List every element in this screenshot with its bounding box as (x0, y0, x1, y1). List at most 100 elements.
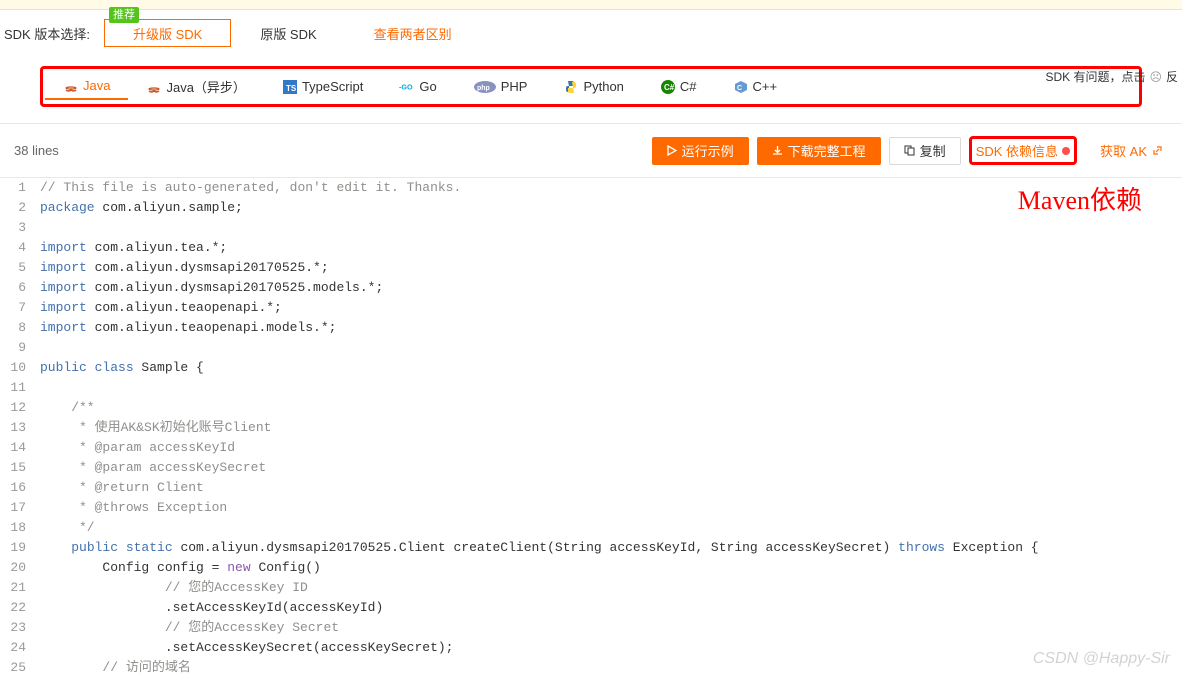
code-text: import com.aliyun.dysmsapi20170525.model… (34, 278, 383, 298)
lang-tab-cpp-label: C++ (753, 79, 778, 94)
code-toolbar: 38 lines 运行示例 下载完整工程 复制 SDK 依赖信息 获取 AK (0, 123, 1182, 178)
code-line: 10public class Sample { (0, 358, 1182, 378)
watermark: CSDN @Happy-Sir (1033, 650, 1170, 668)
line-number: 10 (0, 358, 34, 378)
lang-tab-php[interactable]: php PHP (455, 73, 546, 100)
copy-icon (904, 145, 915, 156)
code-text: * 使用AK&SK初始化账号Client (34, 418, 271, 438)
code-text: public static com.aliyun.dysmsapi2017052… (34, 538, 1039, 558)
code-text: * @param accessKeySecret (34, 458, 266, 478)
svg-text:C#: C# (664, 83, 675, 92)
sdk-dep-box: SDK 依赖信息 (969, 136, 1077, 165)
help-row: SDK 有问题，点击 ☹ 反 (1045, 68, 1178, 85)
lang-tab-csharp[interactable]: C# C# (642, 73, 715, 100)
svg-text:TS: TS (286, 84, 297, 93)
code-line: 22 .setAccessKeyId(accessKeyId) (0, 598, 1182, 618)
version-row: SDK 版本选择: 推荐 升级版 SDK 原版 SDK 查看两者区别 (0, 10, 1182, 66)
compare-link[interactable]: 查看两者区别 (374, 24, 452, 43)
annotation-maven: Maven依赖 (1018, 180, 1142, 217)
line-number: 1 (0, 178, 34, 198)
code-line: 3 (0, 218, 1182, 238)
copy-label: 复制 (920, 141, 946, 160)
top-hint-bar (0, 0, 1182, 10)
code-line: 19 public static com.aliyun.dysmsapi2017… (0, 538, 1182, 558)
code-line: 7import com.aliyun.teaopenapi.*; (0, 298, 1182, 318)
csharp-icon: C# (660, 79, 676, 95)
lang-tab-go[interactable]: -GO Go (381, 73, 454, 100)
lang-tab-python-label: Python (583, 79, 623, 94)
lang-tab-cpp[interactable]: C C++ (715, 73, 796, 100)
code-text: // 您的AccessKey ID (34, 578, 308, 598)
version-tab-upgrade-label: 升级版 SDK (133, 24, 202, 43)
code-line: 4import com.aliyun.tea.*; (0, 238, 1182, 258)
code-line: 6import com.aliyun.dysmsapi20170525.mode… (0, 278, 1182, 298)
line-number: 22 (0, 598, 34, 618)
code-text: .setAccessKeyId(accessKeyId) (34, 598, 383, 618)
code-text: // 访问的域名 (34, 658, 191, 678)
sdk-dep-button[interactable]: SDK 依赖信息 (976, 141, 1058, 160)
code-line: 17 * @throws Exception (0, 498, 1182, 518)
link-icon (1152, 145, 1163, 156)
copy-button[interactable]: 复制 (889, 137, 961, 165)
typescript-icon: TS (282, 79, 298, 95)
line-number: 20 (0, 558, 34, 578)
code-text: Config config = new Config() (34, 558, 321, 578)
code-text (34, 338, 40, 358)
code-line: 25 // 访问的域名 (0, 658, 1182, 678)
version-tab-original[interactable]: 原版 SDK (231, 19, 345, 47)
code-text (34, 378, 40, 398)
version-tab-original-label: 原版 SDK (260, 24, 316, 43)
run-example-button[interactable]: 运行示例 (652, 137, 749, 165)
line-number: 16 (0, 478, 34, 498)
code-text: // 您的AccessKey Secret (34, 618, 339, 638)
code-line: 2package com.aliyun.sample; (0, 198, 1182, 218)
version-tab-upgrade[interactable]: 推荐 升级版 SDK (104, 19, 231, 47)
line-number: 4 (0, 238, 34, 258)
code-text: // This file is auto-generated, don't ed… (34, 178, 461, 198)
code-line: 12 /** (0, 398, 1182, 418)
php-icon: php (473, 79, 497, 95)
code-line: 5import com.aliyun.dysmsapi20170525.*; (0, 258, 1182, 278)
svg-text:-GO: -GO (399, 82, 413, 91)
line-number: 25 (0, 658, 34, 678)
go-icon: -GO (399, 79, 415, 95)
get-ak-button[interactable]: 获取 AK (1085, 137, 1168, 165)
code-line: 24 .setAccessKeySecret(accessKeySecret); (0, 638, 1182, 658)
code-line: 20 Config config = new Config() (0, 558, 1182, 578)
code-line: 23 // 您的AccessKey Secret (0, 618, 1182, 638)
lang-tab-python[interactable]: Python (545, 73, 641, 100)
code-line: 18 */ (0, 518, 1182, 538)
lang-tab-java-async[interactable]: Java（异步） (128, 73, 263, 100)
java-icon (63, 78, 79, 94)
lang-tab-java[interactable]: Java (45, 73, 128, 100)
play-icon (667, 145, 677, 156)
line-number: 7 (0, 298, 34, 318)
python-icon (563, 79, 579, 95)
line-number: 2 (0, 198, 34, 218)
svg-text:php: php (477, 85, 490, 92)
line-number: 13 (0, 418, 34, 438)
line-number: 21 (0, 578, 34, 598)
lang-tab-csharp-label: C# (680, 79, 697, 94)
sad-face-icon[interactable]: ☹ (1149, 70, 1162, 84)
line-number: 11 (0, 378, 34, 398)
line-number: 12 (0, 398, 34, 418)
code-line: 13 * 使用AK&SK初始化账号Client (0, 418, 1182, 438)
code-text: import com.aliyun.dysmsapi20170525.*; (34, 258, 329, 278)
code-text: * @return Client (34, 478, 204, 498)
code-text: package com.aliyun.sample; (34, 198, 243, 218)
code-line: 21 // 您的AccessKey ID (0, 578, 1182, 598)
lang-tab-java-async-label: Java（异步） (166, 77, 245, 96)
line-number: 3 (0, 218, 34, 238)
line-number: 18 (0, 518, 34, 538)
lang-tab-php-label: PHP (501, 79, 528, 94)
red-dot-icon (1062, 147, 1070, 155)
code-text: import com.aliyun.teaopenapi.*; (34, 298, 282, 318)
line-number: 23 (0, 618, 34, 638)
java-icon (146, 79, 162, 95)
code-editor[interactable]: 1// This file is auto-generated, don't e… (0, 178, 1182, 678)
lang-tab-typescript[interactable]: TS TypeScript (264, 73, 381, 100)
line-number: 9 (0, 338, 34, 358)
download-project-button[interactable]: 下载完整工程 (757, 137, 881, 165)
lines-info: 38 lines (14, 143, 644, 158)
